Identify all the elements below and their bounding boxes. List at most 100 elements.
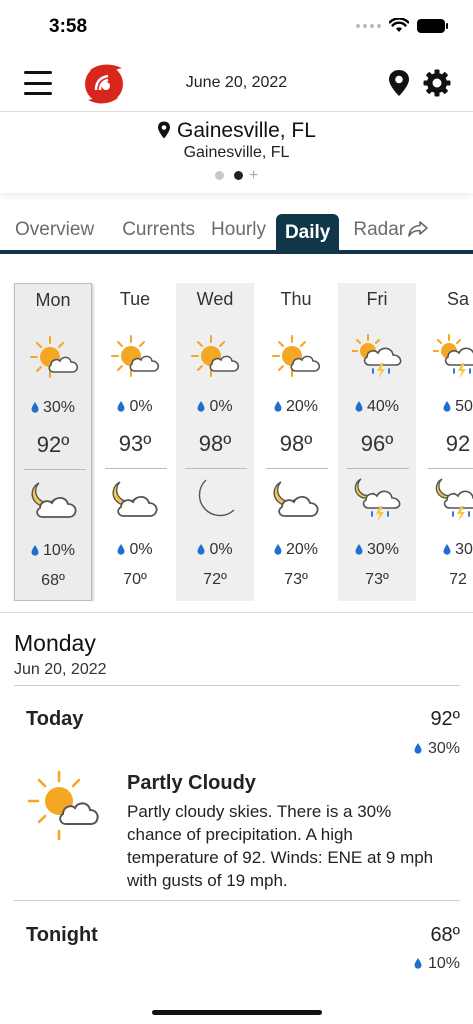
raindrop-icon xyxy=(117,544,125,555)
low-temp: 73º xyxy=(365,571,389,588)
day-column-mon[interactable]: Mon 30% 92º 10% 68º xyxy=(14,283,92,601)
raindrop-icon xyxy=(197,401,205,412)
day-name: Fri xyxy=(366,289,388,309)
day-name: Tue xyxy=(119,289,151,309)
day-precip-value: 0% xyxy=(209,398,233,415)
today-precip: 30% xyxy=(414,740,460,758)
high-temp: 93º xyxy=(118,431,152,456)
raindrop-icon xyxy=(117,401,125,412)
raindrop-icon xyxy=(414,743,422,754)
high-temp: 92º xyxy=(36,432,70,457)
day-column-fri[interactable]: Fri 40% 96º 30% 73º xyxy=(338,283,416,601)
day-name: Thu xyxy=(280,289,312,309)
moon-icon xyxy=(198,479,235,517)
partly-cloudy-day-icon xyxy=(30,336,79,378)
partly-cloudy-night-icon xyxy=(31,482,77,518)
night-precip: 0% xyxy=(96,541,174,559)
night-precip-value: 0% xyxy=(129,541,153,558)
share-arrow-icon xyxy=(408,221,428,237)
location-page-indicator[interactable]: + xyxy=(0,168,473,184)
partly-cloudy-night-icon xyxy=(273,481,319,517)
page-dot[interactable] xyxy=(214,171,224,180)
location-pin-icon[interactable] xyxy=(387,69,411,97)
divider xyxy=(0,612,473,613)
night-precip: 30% xyxy=(338,541,416,559)
night-precip-value: 10% xyxy=(42,542,76,559)
detail-day-name: Monday xyxy=(14,630,96,656)
divider xyxy=(266,468,328,469)
thunderstorm-night-icon xyxy=(435,478,473,522)
night-precip: 0% xyxy=(176,541,254,559)
divider xyxy=(24,469,86,470)
divider xyxy=(185,468,247,469)
raindrop-icon xyxy=(443,401,451,412)
daily-forecast-strip[interactable]: Mon 30% 92º 10% 68º Tue 0% 93º 0% 70º Wed 0% 98º 0% 72… xyxy=(0,283,473,601)
location-header[interactable]: Gainesville, FL Gainesville, FL + xyxy=(0,113,473,193)
divider xyxy=(14,685,460,686)
tonight-label: Tonight xyxy=(26,924,98,946)
day-precip: 0% xyxy=(176,398,254,416)
tab-overview[interactable]: Overview xyxy=(0,219,106,250)
tab-radar-label: Radar xyxy=(353,219,406,240)
location-pin-icon xyxy=(158,121,171,139)
day-precip-value: 40% xyxy=(366,398,400,415)
status-icons xyxy=(356,18,448,33)
tonight-precip-value: 10% xyxy=(427,955,460,972)
low-temp: 72 xyxy=(449,571,467,588)
night-precip-value: 20% xyxy=(285,541,319,558)
thunderstorm-day-icon xyxy=(352,334,402,379)
raindrop-icon xyxy=(274,544,282,555)
day-name: Mon xyxy=(35,290,71,310)
low-temp: 72º xyxy=(203,571,227,588)
low-temp: 70º xyxy=(123,571,147,588)
night-precip: 20% xyxy=(257,541,335,559)
divider xyxy=(428,468,473,469)
page-dot-active[interactable] xyxy=(233,171,243,180)
raindrop-icon xyxy=(31,545,39,556)
raindrop-icon xyxy=(31,402,39,413)
partly-cloudy-day-icon xyxy=(27,770,99,841)
wifi-icon xyxy=(389,18,409,32)
tab-hourly[interactable]: Hourly xyxy=(203,219,276,250)
today-temp: 92º xyxy=(430,708,460,730)
condition-description: Partly cloudy skies. There is a 30% chan… xyxy=(127,802,434,890)
day-precip: 50 xyxy=(419,398,473,416)
tab-currents[interactable]: Currents xyxy=(106,219,203,250)
day-precip-value: 0% xyxy=(129,398,153,415)
battery-icon xyxy=(417,18,448,33)
tonight-precip: 10% xyxy=(414,955,460,973)
day-precip-value: 20% xyxy=(285,398,319,415)
divider xyxy=(14,900,460,901)
tab-daily[interactable]: Daily xyxy=(275,214,340,250)
day-precip: 20% xyxy=(257,398,335,416)
location-name: Gainesville, FL xyxy=(177,119,316,142)
high-temp: 98º xyxy=(279,431,313,456)
detail-date: Jun 20, 2022 xyxy=(14,661,107,678)
day-precip: 40% xyxy=(338,398,416,416)
tab-radar[interactable]: Radar xyxy=(345,219,429,250)
app-header: June 20, 2022 xyxy=(0,54,473,112)
raindrop-icon xyxy=(197,544,205,555)
status-time: 3:58 xyxy=(49,16,88,37)
thunderstorm-day-icon xyxy=(433,334,473,379)
raindrop-icon xyxy=(443,544,451,555)
high-temp: 96º xyxy=(360,431,394,456)
gear-icon[interactable] xyxy=(423,69,451,97)
partly-cloudy-day-icon xyxy=(191,335,240,377)
today-label: Today xyxy=(26,708,84,730)
tonight-temp: 68º xyxy=(430,924,460,946)
night-precip: 10% xyxy=(15,542,91,560)
partly-cloudy-night-icon xyxy=(112,481,158,517)
tab-bar: Overview Currents Hourly Daily Radar xyxy=(0,210,473,254)
status-bar: 3:58 xyxy=(0,0,473,54)
condition-title: Partly Cloudy xyxy=(127,772,256,794)
day-column-wed[interactable]: Wed 0% 98º 0% 72º xyxy=(176,283,254,601)
day-column-sa[interactable]: Sa 50 92 30 72 xyxy=(419,283,473,601)
day-precip: 0% xyxy=(96,398,174,416)
day-column-thu[interactable]: Thu 20% 98º 20% 73º xyxy=(257,283,335,601)
night-precip-value: 30 xyxy=(455,541,473,558)
home-indicator[interactable] xyxy=(152,1010,322,1015)
divider xyxy=(105,468,167,469)
day-column-tue[interactable]: Tue 0% 93º 0% 70º xyxy=(96,283,174,601)
add-location-icon[interactable]: + xyxy=(249,168,258,184)
